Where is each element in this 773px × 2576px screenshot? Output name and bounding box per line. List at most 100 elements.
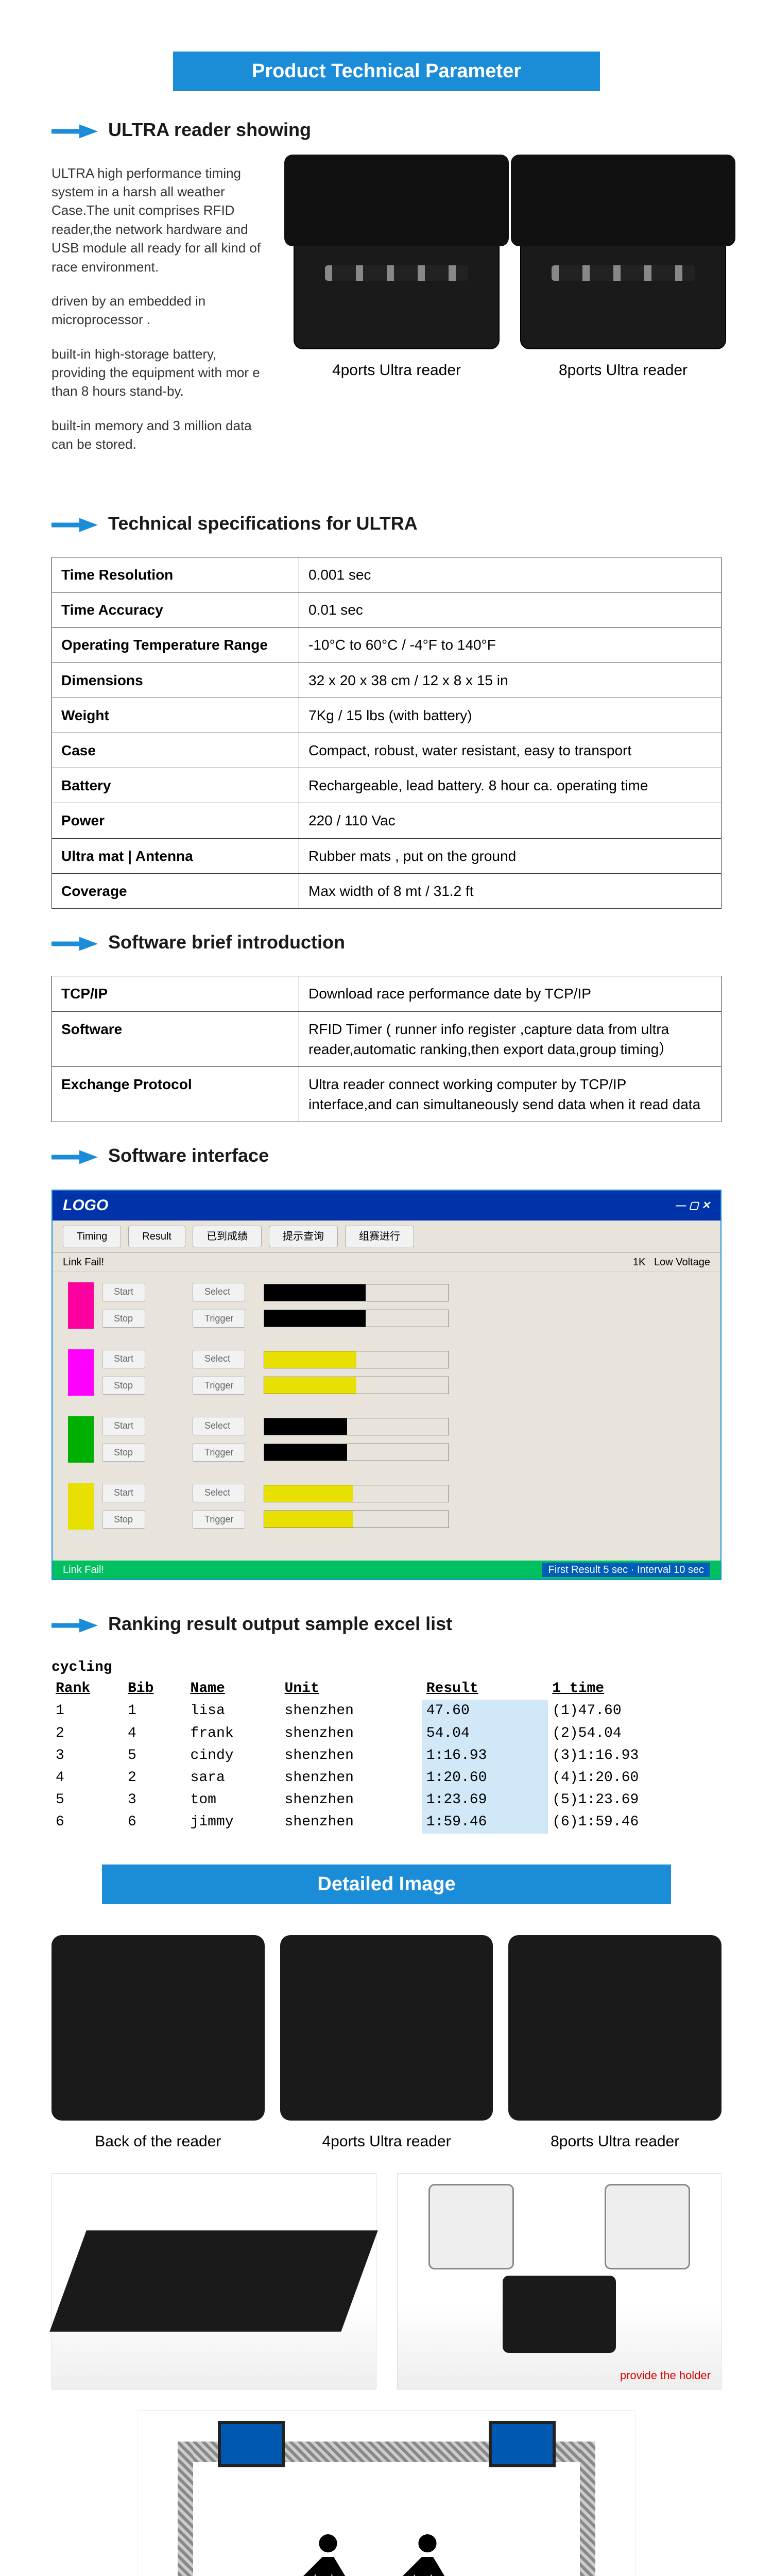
intro-p1: ULTRA high performance timing system in … — [51, 164, 273, 276]
window-controls: — ▢ ✕ — [676, 1198, 710, 1213]
stop-button[interactable]: Stop — [102, 1444, 145, 1462]
channel-bars — [264, 1418, 449, 1461]
software-value: Download race performance date by TCP/IP — [299, 976, 722, 1011]
toolbar-button[interactable]: Result — [128, 1226, 185, 1247]
stop-button[interactable]: Stop — [102, 1511, 145, 1529]
spec-row: CaseCompact, robust, water resistant, ea… — [52, 733, 722, 768]
select-button[interactable]: Select — [193, 1283, 245, 1301]
spec-row: Time Resolution0.001 sec — [52, 557, 722, 592]
channel-color — [68, 1416, 94, 1463]
info-right-1: 1K — [633, 1257, 645, 1268]
toolbar-button[interactable]: 提示查询 — [269, 1226, 338, 1247]
truss-post-right — [580, 2442, 595, 2576]
excel-cell: shenzhen — [281, 1789, 422, 1811]
start-button[interactable]: Start — [102, 1417, 145, 1435]
spec-value: 7Kg / 15 lbs (with battery) — [299, 698, 722, 733]
arrow-icon — [51, 122, 98, 138]
software-table: TCP/IPDownload race performance date by … — [51, 976, 722, 1122]
excel-cell: 5 — [124, 1744, 186, 1767]
excel-cell: shenzhen — [281, 1744, 422, 1767]
detail-8port: 8ports Ultra reader — [508, 1935, 722, 2153]
spec-table: Time Resolution0.001 secTime Accuracy0.0… — [51, 557, 722, 909]
trigger-button[interactable]: Trigger — [193, 1444, 245, 1462]
reader-8port-col: 8ports Ultra reader — [520, 164, 726, 381]
info-left: Link Fail! — [63, 1255, 104, 1269]
trigger-button[interactable]: Trigger — [193, 1310, 245, 1328]
select-button[interactable]: Select — [193, 1417, 245, 1435]
start-button[interactable]: Start — [102, 1350, 145, 1368]
spec-row: Power220 / 110 Vac — [52, 803, 722, 838]
spec-key: Weight — [52, 698, 299, 733]
finish-line-photo — [138, 2410, 635, 2576]
section-tech-specs: Technical specifications for ULTRA — [51, 511, 742, 536]
detail-back-image — [51, 1935, 265, 2121]
reader-4port-col: 4ports Ultra reader — [294, 164, 500, 381]
excel-cell: (6)1:59.46 — [548, 1811, 722, 1833]
software-screenshot: LOGO — ▢ ✕ TimingResult已到成绩提示查询组赛进行 Link… — [51, 1190, 722, 1580]
excel-cell: 3 — [124, 1789, 186, 1811]
detail-back: Back of the reader — [51, 1935, 265, 2153]
reader-channel-row: Start Stop Select Trigger — [68, 1282, 705, 1329]
heading-ultra-showing: ULTRA reader showing — [108, 117, 311, 143]
excel-cell: lisa — [186, 1700, 281, 1722]
toolbar-button[interactable]: 组赛进行 — [345, 1226, 414, 1247]
detail-8port-caption: 8ports Ultra reader — [508, 2131, 722, 2153]
excel-cell: (3)1:16.93 — [548, 1744, 722, 1767]
intro-text: ULTRA high performance timing system in … — [51, 164, 273, 469]
excel-cell: 2 — [51, 1722, 124, 1744]
software-body: Start Stop Select Trigger Start Stop Sel… — [53, 1272, 720, 1561]
toolbar-button[interactable]: 已到成绩 — [193, 1226, 262, 1247]
excel-cell: 4 — [124, 1722, 186, 1744]
excel-cell: 1:59.46 — [422, 1811, 548, 1833]
select-button[interactable]: Select — [193, 1350, 245, 1368]
spec-key: Time Resolution — [52, 557, 299, 592]
excel-cell: shenzhen — [281, 1700, 422, 1722]
intro-row: ULTRA high performance timing system in … — [51, 164, 722, 469]
intro-p4: built-in memory and 3 million data can b… — [51, 416, 273, 454]
reader-channel-row: Start Stop Select Trigger — [68, 1416, 705, 1463]
excel-cell: 54.04 — [422, 1722, 548, 1744]
start-button[interactable]: Start — [102, 1484, 145, 1502]
stop-button[interactable]: Stop — [102, 1310, 145, 1328]
excel-header-cell: Rank — [51, 1677, 124, 1700]
excel-cell: 3 — [51, 1744, 124, 1767]
excel-cell: shenzhen — [281, 1811, 422, 1833]
trigger-button[interactable]: Trigger — [193, 1511, 245, 1529]
intro-p3: built-in high-storage battery, providing… — [51, 345, 273, 401]
spec-key: Power — [52, 803, 299, 838]
runner-1 — [297, 2523, 359, 2576]
channel-color — [68, 1282, 94, 1329]
spec-row: Dimensions32 x 20 x 38 cm / 12 x 8 x 15 … — [52, 663, 722, 698]
reader-channel-row: Start Stop Select Trigger — [68, 1483, 705, 1530]
software-footer: Link Fail! First Result 5 sec · Interval… — [53, 1561, 720, 1579]
software-key: Exchange Protocol — [52, 1066, 299, 1122]
excel-cell: frank — [186, 1722, 281, 1744]
software-value: Ultra reader connect working computer by… — [299, 1066, 722, 1122]
screen-left — [218, 2421, 285, 2467]
spec-value: 0.01 sec — [299, 592, 722, 628]
detail-4port-image — [280, 1935, 493, 2121]
info-right-2: Low Voltage — [654, 1257, 710, 1268]
reader-8port-caption: 8ports Ultra reader — [520, 360, 726, 381]
software-key: Software — [52, 1011, 299, 1066]
excel-cell: sara — [186, 1767, 281, 1789]
section-software-brief: Software brief introduction — [51, 929, 742, 955]
stop-button[interactable]: Stop — [102, 1377, 145, 1395]
excel-cell: 5 — [51, 1789, 124, 1811]
spec-row: Operating Temperature Range-10°C to 60°C… — [52, 628, 722, 663]
runner-2 — [397, 2523, 458, 2576]
arrow-icon — [51, 935, 98, 950]
excel-cell: 6 — [51, 1811, 124, 1833]
software-row: Software RFID Timer ( runner info regist… — [52, 1011, 722, 1066]
excel-data-row: 11lisashenzhen47.60(1)47.60 — [51, 1700, 722, 1722]
excel-cell: 1 — [51, 1700, 124, 1722]
excel-cell: 4 — [51, 1767, 124, 1789]
start-button[interactable]: Start — [102, 1283, 145, 1301]
spec-row: CoverageMax width of 8 mt / 31.2 ft — [52, 873, 722, 908]
software-infobar: Link Fail! 1K Low Voltage — [53, 1253, 720, 1272]
trigger-button[interactable]: Trigger — [193, 1377, 245, 1395]
toolbar-button[interactable]: Timing — [63, 1226, 121, 1247]
excel-data-row: 24frankshenzhen54.04(2)54.04 — [51, 1722, 722, 1744]
spec-key: Ultra mat | Antenna — [52, 838, 299, 873]
select-button[interactable]: Select — [193, 1484, 245, 1502]
